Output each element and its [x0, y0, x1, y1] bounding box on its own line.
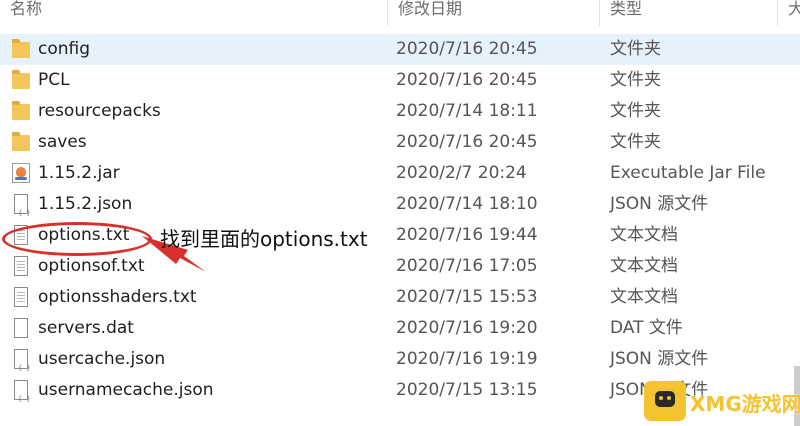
- file-row[interactable]: optionsshaders.txt 2020/7/15 15:53 文本文档: [0, 282, 800, 313]
- file-name: servers.dat: [38, 318, 134, 338]
- file-row[interactable]: servers.dat 2020/7/16 19:20 DAT 文件: [0, 313, 800, 344]
- folder-icon: [8, 34, 32, 65]
- file-row[interactable]: config 2020/7/16 20:45 文件夹: [0, 34, 800, 65]
- jar-file-icon: [8, 158, 32, 189]
- file-date-modified: 2020/7/16 19:44: [396, 225, 538, 245]
- file-name: 1.15.2.jar: [38, 163, 120, 183]
- file-date-modified: 2020/7/15 15:53: [396, 287, 538, 307]
- file-type: 文本文档: [610, 287, 678, 307]
- file-date-modified: 2020/7/16 17:05: [396, 256, 538, 276]
- json-file-icon: [8, 189, 32, 229]
- column-header-date-modified[interactable]: 修改日期: [388, 0, 600, 26]
- file-name: usercache.json: [38, 349, 166, 369]
- column-header-size[interactable]: 大: [778, 0, 800, 26]
- json-file-icon: [8, 344, 32, 384]
- annotation-highlight-ellipse: [2, 222, 152, 256]
- file-type: 文件夹: [610, 39, 661, 59]
- file-name: config: [38, 39, 91, 59]
- file-type: JSON 源文件: [610, 349, 709, 369]
- watermark-text: XMG游戏网: [690, 392, 800, 416]
- file-type: 文件夹: [610, 70, 661, 90]
- watermark-logo: XMG游戏网: [644, 381, 800, 421]
- file-date-modified: 2020/7/16 19:20: [396, 318, 538, 338]
- column-header-type[interactable]: 类型: [600, 0, 778, 26]
- file-row[interactable]: usercache.json 2020/7/16 19:19 JSON 源文件: [0, 344, 800, 384]
- text-file-icon: [8, 251, 32, 282]
- file-row[interactable]: optionsof.txt 2020/7/16 17:05 文本文档: [0, 251, 800, 282]
- file-type: 文本文档: [610, 225, 678, 245]
- file-type: 文件夹: [610, 132, 661, 152]
- file-row[interactable]: 1.15.2.json 2020/7/14 18:10 JSON 源文件: [0, 189, 800, 229]
- file-row[interactable]: resourcepacks 2020/7/14 18:11 文件夹: [0, 96, 800, 127]
- file-date-modified: 2020/7/16 20:45: [396, 70, 538, 90]
- file-date-modified: 2020/7/16 20:45: [396, 132, 538, 152]
- gamepad-icon: [644, 381, 686, 421]
- file-row[interactable]: PCL 2020/7/16 20:45 文件夹: [0, 65, 800, 96]
- file-date-modified: 2020/7/14 18:11: [396, 101, 538, 121]
- file-date-modified: 2020/7/14 18:10: [396, 194, 538, 214]
- file-type: 文本文档: [610, 256, 678, 276]
- file-row[interactable]: saves 2020/7/16 20:45 文件夹: [0, 127, 800, 158]
- folder-icon: [8, 127, 32, 158]
- folder-icon: [8, 65, 32, 96]
- folder-icon: [8, 96, 32, 127]
- blank-file-icon: [8, 313, 32, 344]
- file-type: JSON 源文件: [610, 194, 709, 214]
- file-date-modified: 2020/7/16 20:45: [396, 39, 538, 59]
- column-header-bar: 名称 修改日期 类型 大: [0, 0, 800, 34]
- column-header-name[interactable]: 名称: [0, 0, 388, 26]
- file-date-modified: 2020/7/15 13:15: [396, 380, 538, 400]
- file-date-modified: 2020/7/16 19:19: [396, 349, 538, 369]
- file-name: usernamecache.json: [38, 380, 214, 400]
- file-name: PCL: [38, 70, 70, 90]
- file-type: Executable Jar File: [610, 163, 766, 183]
- file-type: 文件夹: [610, 101, 661, 121]
- file-name: 1.15.2.json: [38, 194, 133, 214]
- file-date-modified: 2020/2/7 20:24: [396, 163, 527, 183]
- file-name: saves: [38, 132, 87, 152]
- file-name: resourcepacks: [38, 101, 161, 121]
- text-file-icon: [8, 282, 32, 313]
- file-name: optionsshaders.txt: [38, 287, 197, 307]
- json-file-icon: [8, 375, 32, 415]
- file-row[interactable]: 1.15.2.jar 2020/2/7 20:24 Executable Jar F…: [0, 158, 800, 189]
- annotation-text: 找到里面的options.txt: [160, 227, 368, 251]
- file-type: DAT 文件: [610, 318, 683, 338]
